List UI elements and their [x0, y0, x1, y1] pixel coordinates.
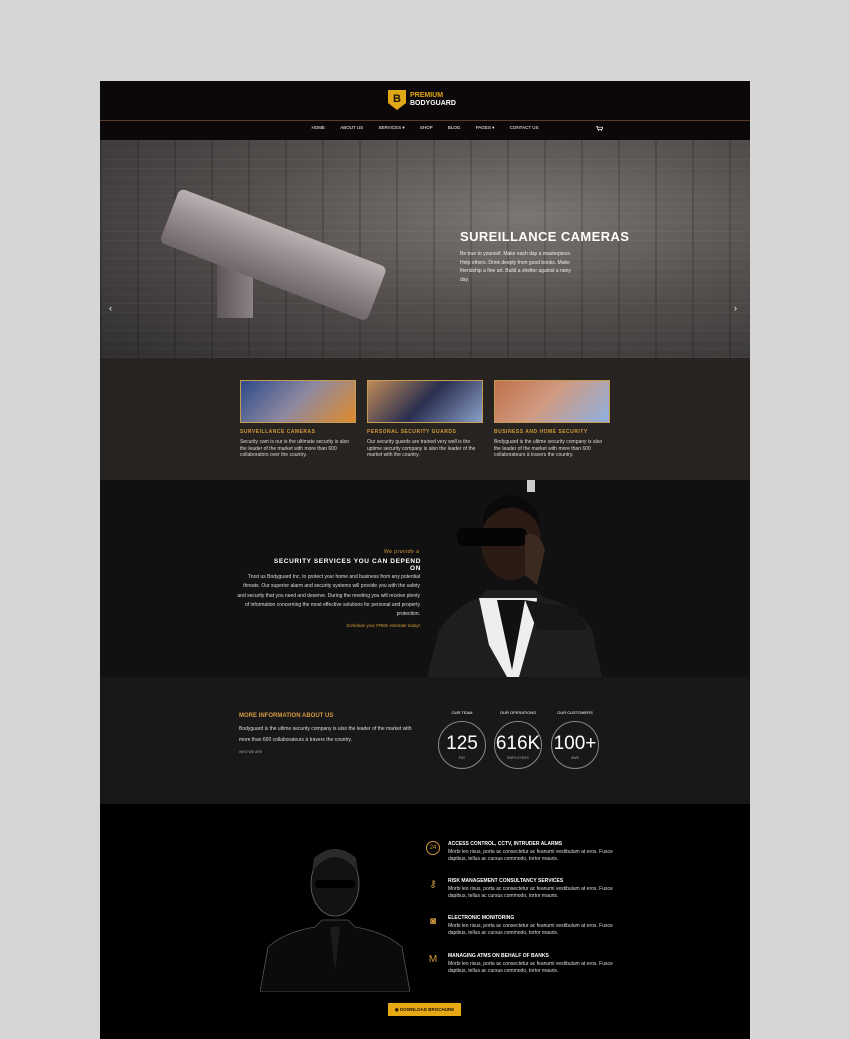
service-title: SURVEILLANCE CAMERAS — [240, 429, 316, 435]
logo-line-1: PREMIUM — [410, 92, 444, 99]
feature-text: Morbi leo risus, porta ac consectetur ac… — [448, 961, 613, 974]
stat-unit: EMPLOYEES — [507, 756, 529, 760]
about-title: SECURITY SERVICES YOU CAN DEPEND ON — [273, 558, 421, 572]
more-info-text: Bodyguard is the ultime security company… — [239, 726, 412, 743]
logo-line-2: BODYGUARD — [410, 100, 456, 107]
site-header: B PREMIUM BODYGUARD HOME ABOUT US SERVIC… — [100, 81, 750, 140]
clock-24-icon: 24 — [426, 841, 440, 855]
hero-text: Be true to yourself. Make each day a mas… — [460, 251, 572, 283]
key-icon: ⚷ — [429, 879, 437, 890]
cart-icon[interactable] — [596, 126, 603, 131]
download-brochure-button[interactable]: ◉ DOWNLOAD BROCHURE — [388, 1003, 461, 1016]
nav-item-about[interactable]: ABOUT US — [340, 125, 363, 130]
chevron-right-icon[interactable]: › — [734, 303, 737, 313]
service-image — [367, 380, 483, 423]
feature-title: MANAGING ATMS ON BEHALF OF BANKS — [448, 953, 549, 959]
nav-item-home[interactable]: HOME — [311, 125, 325, 130]
nav-item-services[interactable]: SERVICES ▾ — [378, 125, 404, 131]
nav-item-contact[interactable]: CONTACT US — [510, 125, 539, 130]
about-section: We provide a SECURITY SERVICES YOU CAN D… — [100, 480, 750, 677]
feature-text: Morbi leo risus, porta ac consectetur ac… — [448, 849, 613, 862]
more-info-title: MORE INFORMATION ABOUT US — [239, 713, 334, 719]
hero-slider: SUREILLANCE CAMERAS Be true to yourself.… — [100, 140, 750, 358]
logo[interactable]: B PREMIUM BODYGUARD — [388, 90, 456, 110]
shield-logo-icon: B — [388, 90, 406, 110]
stat-circle: 125 PAY — [438, 721, 486, 769]
stat-circle: 100+ AWE — [551, 721, 599, 769]
service-image — [240, 380, 356, 423]
bodyguard-image — [427, 480, 602, 677]
service-text: Our security guards are trained very wel… — [367, 439, 476, 458]
feature-title: RISK MANAGEMENT CONSULTANCY SERVICES — [448, 878, 564, 884]
stat-circle: 616K EMPLOYEES — [494, 721, 542, 769]
features-section: 24 ACCESS CONTROL, CCTV, INTRUDER ALARMS… — [100, 804, 750, 1039]
services-section: SURVEILLANCE CAMERAS Security cam is our… — [100, 358, 750, 480]
logo-text: PREMIUM BODYGUARD — [410, 92, 456, 108]
who-we-are-link[interactable]: WHO WE ARE — [239, 750, 262, 754]
service-text: Security cam is our is the ultimate secu… — [240, 439, 349, 458]
nav-item-pages[interactable]: PAGES ▾ — [476, 125, 495, 131]
schedule-estimate-link[interactable]: Schedule your FREE estimate today! — [300, 623, 420, 628]
main-nav: HOME ABOUT US SERVICES ▾ SHOP BLOG PAGES… — [100, 125, 750, 131]
service-text: Bodyguard is the ultime security company… — [494, 439, 603, 458]
stat-value: 616K — [495, 733, 541, 754]
stat-unit: AWE — [571, 756, 579, 760]
camera-icon: ◙ — [429, 916, 437, 927]
feature-title: ELECTRONIC MONITORING — [448, 915, 515, 921]
service-card-business[interactable]: BUSINESS AND HOME SECURITY Bodyguard is … — [494, 380, 610, 459]
security-camera-image — [159, 188, 388, 322]
stat-operations: OUR OPERATIONS 616K EMPLOYEES — [492, 710, 544, 774]
nav-item-shop[interactable]: SHOP — [420, 125, 433, 130]
about-text: Trust us Bodyguard Inc. to protect your … — [237, 574, 420, 618]
stat-team: OUR TEAM 125 PAY — [436, 710, 488, 774]
nav-divider — [100, 120, 750, 121]
stat-value: 125 — [446, 733, 478, 754]
page-frame: B PREMIUM BODYGUARD HOME ABOUT US SERVIC… — [100, 81, 750, 1039]
nav-item-blog[interactable]: BLOG — [448, 125, 461, 130]
atm-icon: M — [428, 954, 438, 965]
stats-section: MORE INFORMATION ABOUT US Bodyguard is t… — [100, 677, 750, 804]
chevron-left-icon[interactable]: ‹ — [109, 303, 112, 313]
hero-title: SUREILLANCE CAMERAS — [460, 229, 630, 244]
stat-unit: PAY — [458, 756, 466, 760]
service-card-guards[interactable]: PERSONAL SECURITY GUARDS Our security gu… — [367, 380, 483, 459]
stat-label: OUR TEAM — [451, 710, 473, 715]
service-title: PERSONAL SECURITY GUARDS — [367, 429, 457, 435]
feature-title: ACCESS CONTROL, CCTV, INTRUDER ALARMS — [448, 841, 563, 847]
stat-label: OUR OPERATIONS — [500, 710, 536, 715]
stat-customers: OUR CUSTOMERS 100+ AWE — [549, 710, 601, 774]
service-title: BUSINESS AND HOME SECURITY — [494, 429, 588, 435]
feature-text: Morbi leo risus, porta ac consectetur ac… — [448, 923, 613, 936]
about-kicker: We provide a — [384, 549, 420, 555]
service-card-cameras[interactable]: SURVEILLANCE CAMERAS Security cam is our… — [240, 380, 356, 459]
feature-text: Morbi leo risus, porta ac consectetur ac… — [448, 886, 613, 899]
silhouette-image — [260, 849, 410, 992]
stat-value: 100+ — [553, 733, 597, 754]
service-image — [494, 380, 610, 423]
stat-label: OUR CUSTOMERS — [557, 710, 593, 715]
